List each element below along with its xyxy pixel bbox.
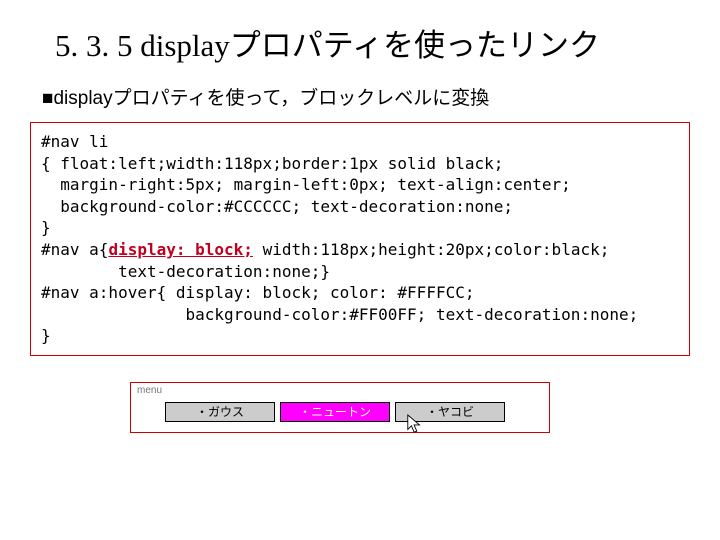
demo-label: menu — [137, 385, 547, 396]
nav-item-jacobi[interactable]: ・ヤコビ — [395, 402, 505, 422]
nav-demo: menu ・ガウス ・ニュートン ・ヤコビ — [130, 382, 550, 433]
code-line: { float:left;width:118px;border:1px soli… — [41, 154, 503, 173]
code-line: text-decoration:none;} — [41, 262, 330, 281]
css-code-block: #nav li { float:left;width:118px;border:… — [30, 122, 690, 356]
code-line: background-color:#CCCCCC; text-decoratio… — [41, 197, 513, 216]
code-line: margin-right:5px; margin-left:0px; text-… — [41, 175, 571, 194]
code-line: width:118px;height:20px;color:black; — [253, 240, 609, 259]
code-highlight: display: block; — [108, 240, 253, 259]
slide-title: 5. 3. 5 displayプロパティを使ったリンク — [55, 20, 680, 65]
code-line: #nav li — [41, 132, 108, 151]
slide-subtitle: ■displayプロパティを使って，ブロックレベルに変換 — [42, 83, 690, 110]
code-line: #nav a:hover{ display: block; color: #FF… — [41, 283, 474, 302]
code-line: background-color:#FF00FF; text-decoratio… — [41, 305, 638, 324]
nav-item-gauss[interactable]: ・ガウス — [165, 402, 275, 422]
code-line: } — [41, 218, 51, 237]
nav-item-newton[interactable]: ・ニュートン — [280, 402, 390, 422]
code-line: } — [41, 326, 51, 345]
nav-list: ・ガウス ・ニュートン ・ヤコビ — [165, 402, 547, 422]
code-line: #nav a{ — [41, 240, 108, 259]
